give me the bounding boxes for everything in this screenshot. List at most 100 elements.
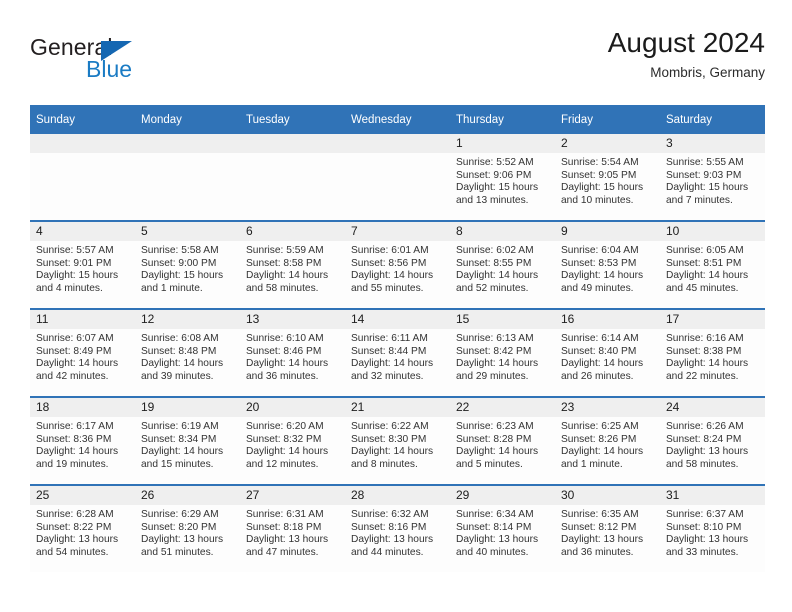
day-number: 16 bbox=[555, 310, 660, 329]
day-cell-content: 19 Sunrise: 6:19 AM Sunset: 8:34 PM Dayligh… bbox=[135, 398, 240, 484]
calendar-week-row: 11 Sunrise: 6:07 AM Sunset: 8:49 PM Dayligh… bbox=[30, 308, 765, 397]
calendar-day-cell[interactable]: 2 Sunrise: 5:54 AM Sunset: 9:05 PM Daylight… bbox=[555, 134, 660, 221]
sunrise-text: Sunrise: 6:04 AM bbox=[561, 245, 639, 256]
day-number bbox=[30, 134, 135, 153]
weekday-header-thursday: Thursday bbox=[450, 105, 555, 134]
day-cell-details: Sunrise: 6:01 AM Sunset: 8:56 PM Daylight:… bbox=[345, 241, 450, 295]
calendar-day-cell[interactable]: 21 Sunrise: 6:22 AM Sunset: 8:30 PM Dayligh… bbox=[345, 396, 450, 485]
calendar-day-cell[interactable]: 28 Sunrise: 6:32 AM Sunset: 8:16 PM Dayligh… bbox=[345, 484, 450, 572]
day-cell-content: 31 Sunrise: 6:37 AM Sunset: 8:10 PM Dayligh… bbox=[660, 486, 765, 572]
day-cell-details: Sunrise: 6:22 AM Sunset: 8:30 PM Daylight:… bbox=[345, 417, 450, 471]
calendar-day-cell[interactable]: 11 Sunrise: 6:07 AM Sunset: 8:49 PM Dayligh… bbox=[30, 308, 135, 397]
day-number: 14 bbox=[345, 310, 450, 329]
sunset-text: Sunset: 8:44 PM bbox=[351, 345, 427, 357]
sunset-text: Sunset: 8:24 PM bbox=[666, 433, 742, 445]
empty-day-cell bbox=[240, 134, 345, 220]
sunrise-text: Sunrise: 5:55 AM bbox=[666, 157, 744, 168]
calendar-day-cell[interactable]: 8 Sunrise: 6:02 AM Sunset: 8:55 PM Daylight… bbox=[450, 220, 555, 309]
day-number: 2 bbox=[555, 134, 660, 153]
sunset-text: Sunset: 8:40 PM bbox=[561, 345, 637, 357]
calendar-day-cell[interactable]: 31 Sunrise: 6:37 AM Sunset: 8:10 PM Dayligh… bbox=[660, 484, 765, 572]
day-number: 21 bbox=[345, 398, 450, 417]
day-cell-content: 6 Sunrise: 5:59 AM Sunset: 8:58 PM Daylight… bbox=[240, 222, 345, 308]
daylight-text: Daylight: 15 hours and 7 minutes. bbox=[666, 182, 749, 206]
sunrise-text: Sunrise: 5:59 AM bbox=[246, 245, 324, 256]
day-cell-details: Sunrise: 6:05 AM Sunset: 8:51 PM Daylight:… bbox=[660, 241, 765, 295]
sunrise-text: Sunrise: 6:10 AM bbox=[246, 333, 324, 344]
sunrise-text: Sunrise: 6:20 AM bbox=[246, 421, 324, 432]
day-number bbox=[345, 134, 450, 153]
calendar-day-cell[interactable]: 24 Sunrise: 6:26 AM Sunset: 8:24 PM Dayligh… bbox=[660, 396, 765, 485]
calendar-day-cell[interactable]: 16 Sunrise: 6:14 AM Sunset: 8:40 PM Dayligh… bbox=[555, 308, 660, 397]
calendar-day-cell[interactable]: 4 Sunrise: 5:57 AM Sunset: 9:01 PM Daylight… bbox=[30, 220, 135, 309]
calendar-day-cell[interactable]: 18 Sunrise: 6:17 AM Sunset: 8:36 PM Dayligh… bbox=[30, 396, 135, 485]
calendar-day-cell[interactable]: 26 Sunrise: 6:29 AM Sunset: 8:20 PM Dayligh… bbox=[135, 484, 240, 572]
sunset-text: Sunset: 9:00 PM bbox=[141, 257, 217, 269]
calendar-day-cell[interactable]: 22 Sunrise: 6:23 AM Sunset: 8:28 PM Dayligh… bbox=[450, 396, 555, 485]
calendar-day-cell[interactable]: 23 Sunrise: 6:25 AM Sunset: 8:26 PM Dayligh… bbox=[555, 396, 660, 485]
calendar-day-cell[interactable]: 5 Sunrise: 5:58 AM Sunset: 9:00 PM Daylight… bbox=[135, 220, 240, 309]
daylight-text: Daylight: 15 hours and 4 minutes. bbox=[36, 270, 119, 294]
day-cell-details: Sunrise: 6:23 AM Sunset: 8:28 PM Daylight:… bbox=[450, 417, 555, 471]
sunrise-text: Sunrise: 6:25 AM bbox=[561, 421, 639, 432]
page-header: General Blue August 2024 Mombris, German… bbox=[30, 26, 765, 96]
sunset-text: Sunset: 8:48 PM bbox=[141, 345, 217, 357]
calendar-day-cell[interactable]: 9 Sunrise: 6:04 AM Sunset: 8:53 PM Daylight… bbox=[555, 220, 660, 309]
calendar-day-cell[interactable]: 3 Sunrise: 5:55 AM Sunset: 9:03 PM Daylight… bbox=[660, 134, 765, 221]
sunset-text: Sunset: 8:30 PM bbox=[351, 433, 427, 445]
day-number bbox=[240, 134, 345, 153]
day-cell-content: 23 Sunrise: 6:25 AM Sunset: 8:26 PM Dayligh… bbox=[555, 398, 660, 484]
calendar-day-cell[interactable]: 27 Sunrise: 6:31 AM Sunset: 8:18 PM Dayligh… bbox=[240, 484, 345, 572]
calendar-table: Sunday Monday Tuesday Wednesday Thursday… bbox=[30, 105, 765, 572]
calendar-day-cell[interactable]: 10 Sunrise: 6:05 AM Sunset: 8:51 PM Dayligh… bbox=[660, 220, 765, 309]
sunset-text: Sunset: 8:32 PM bbox=[246, 433, 322, 445]
sunrise-text: Sunrise: 5:52 AM bbox=[456, 157, 534, 168]
sunrise-text: Sunrise: 6:34 AM bbox=[456, 509, 534, 520]
calendar-day-cell[interactable]: 25 Sunrise: 6:28 AM Sunset: 8:22 PM Dayligh… bbox=[30, 484, 135, 572]
daylight-text: Daylight: 14 hours and 45 minutes. bbox=[666, 270, 749, 294]
sunset-text: Sunset: 8:28 PM bbox=[456, 433, 532, 445]
calendar-day-cell[interactable]: 6 Sunrise: 5:59 AM Sunset: 8:58 PM Daylight… bbox=[240, 220, 345, 309]
sunset-text: Sunset: 8:16 PM bbox=[351, 521, 427, 533]
calendar-day-cell[interactable]: 14 Sunrise: 6:11 AM Sunset: 8:44 PM Dayligh… bbox=[345, 308, 450, 397]
daylight-text: Daylight: 13 hours and 44 minutes. bbox=[351, 534, 434, 558]
daylight-text: Daylight: 15 hours and 1 minute. bbox=[141, 270, 224, 294]
calendar-day-cell[interactable]: 15 Sunrise: 6:13 AM Sunset: 8:42 PM Dayligh… bbox=[450, 308, 555, 397]
calendar-day-cell[interactable]: 19 Sunrise: 6:19 AM Sunset: 8:34 PM Dayligh… bbox=[135, 396, 240, 485]
calendar-day-cell[interactable]: 20 Sunrise: 6:20 AM Sunset: 8:32 PM Dayligh… bbox=[240, 396, 345, 485]
calendar-day-cell[interactable]: 17 Sunrise: 6:16 AM Sunset: 8:38 PM Dayligh… bbox=[660, 308, 765, 397]
day-cell-details: Sunrise: 6:04 AM Sunset: 8:53 PM Daylight:… bbox=[555, 241, 660, 295]
day-cell-content: 29 Sunrise: 6:34 AM Sunset: 8:14 PM Dayligh… bbox=[450, 486, 555, 572]
day-cell-content: 14 Sunrise: 6:11 AM Sunset: 8:44 PM Dayligh… bbox=[345, 310, 450, 396]
calendar-day-cell[interactable]: 12 Sunrise: 6:08 AM Sunset: 8:48 PM Dayligh… bbox=[135, 308, 240, 397]
calendar-day-cell[interactable]: 1 Sunrise: 5:52 AM Sunset: 9:06 PM Daylight… bbox=[450, 134, 555, 221]
sunrise-text: Sunrise: 6:26 AM bbox=[666, 421, 744, 432]
day-number: 15 bbox=[450, 310, 555, 329]
calendar-day-cell[interactable]: 29 Sunrise: 6:34 AM Sunset: 8:14 PM Dayligh… bbox=[450, 484, 555, 572]
sunrise-text: Sunrise: 6:01 AM bbox=[351, 245, 429, 256]
general-blue-logo[interactable]: General Blue bbox=[30, 34, 230, 90]
day-cell-details: Sunrise: 6:19 AM Sunset: 8:34 PM Daylight:… bbox=[135, 417, 240, 471]
sunrise-text: Sunrise: 5:54 AM bbox=[561, 157, 639, 168]
daylight-text: Daylight: 14 hours and 1 minute. bbox=[561, 446, 644, 470]
day-cell-details: Sunrise: 5:59 AM Sunset: 8:58 PM Daylight:… bbox=[240, 241, 345, 295]
sunrise-text: Sunrise: 6:28 AM bbox=[36, 509, 114, 520]
calendar-day-cell[interactable]: 7 Sunrise: 6:01 AM Sunset: 8:56 PM Daylight… bbox=[345, 220, 450, 309]
weekday-header-wednesday: Wednesday bbox=[345, 105, 450, 134]
sunset-text: Sunset: 9:05 PM bbox=[561, 169, 637, 181]
sunset-text: Sunset: 8:55 PM bbox=[456, 257, 532, 269]
daylight-text: Daylight: 15 hours and 10 minutes. bbox=[561, 182, 644, 206]
sunrise-text: Sunrise: 6:08 AM bbox=[141, 333, 219, 344]
sunset-text: Sunset: 8:58 PM bbox=[246, 257, 322, 269]
day-cell-details: Sunrise: 5:57 AM Sunset: 9:01 PM Daylight:… bbox=[30, 241, 135, 295]
calendar-day-cell[interactable]: 13 Sunrise: 6:10 AM Sunset: 8:46 PM Dayligh… bbox=[240, 308, 345, 397]
day-cell-details: Sunrise: 6:34 AM Sunset: 8:14 PM Daylight:… bbox=[450, 505, 555, 559]
day-cell-content: 9 Sunrise: 6:04 AM Sunset: 8:53 PM Daylight… bbox=[555, 222, 660, 308]
daylight-text: Daylight: 14 hours and 32 minutes. bbox=[351, 358, 434, 382]
sunrise-text: Sunrise: 6:23 AM bbox=[456, 421, 534, 432]
calendar-day-cell-empty bbox=[345, 134, 450, 221]
day-number: 18 bbox=[30, 398, 135, 417]
calendar-day-cell[interactable]: 30 Sunrise: 6:35 AM Sunset: 8:12 PM Dayligh… bbox=[555, 484, 660, 572]
sunset-text: Sunset: 8:42 PM bbox=[456, 345, 532, 357]
day-number bbox=[135, 134, 240, 153]
